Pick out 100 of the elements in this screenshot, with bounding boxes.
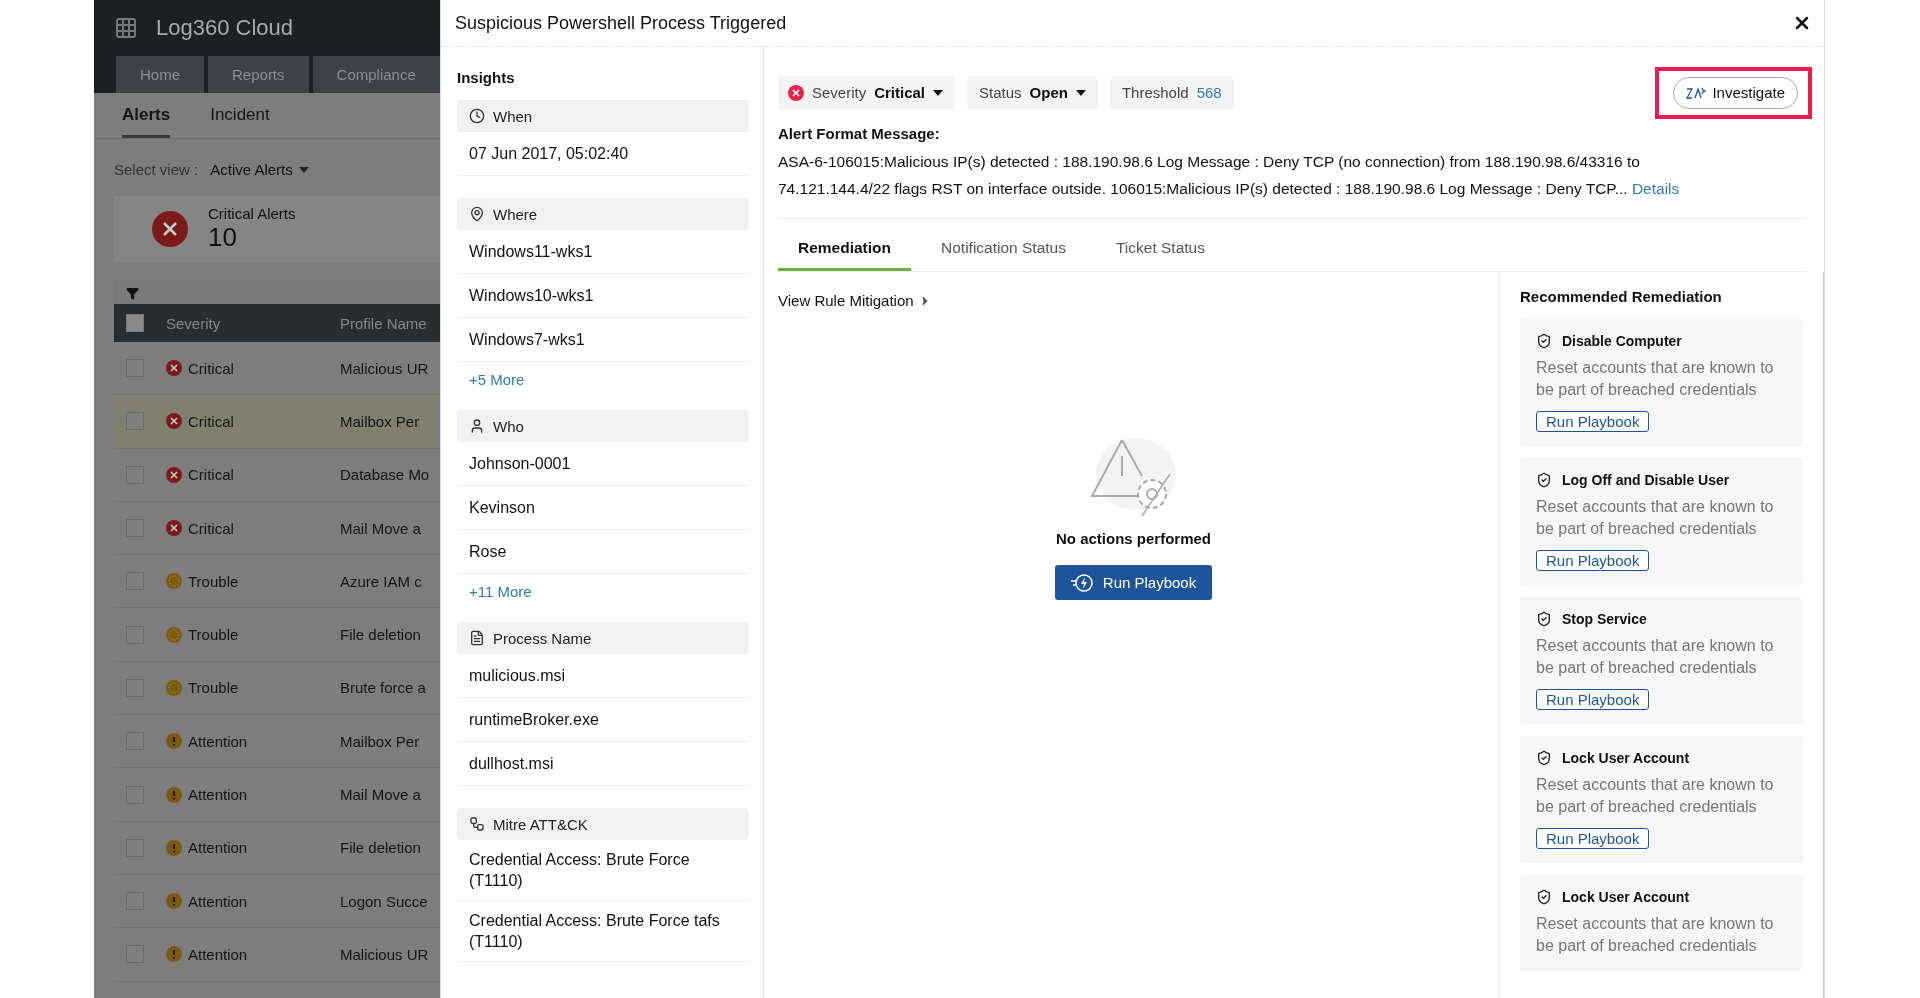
table-cell: Azure IAM c — [340, 572, 422, 590]
card-title: Stop Service — [1562, 611, 1647, 627]
section-title: Where — [493, 205, 538, 223]
shield-check-icon — [1536, 333, 1552, 349]
warning-icon — [166, 679, 182, 696]
error-icon — [166, 413, 182, 430]
app-logo: Log360 Cloud — [156, 14, 293, 41]
shield-check-icon — [1536, 472, 1552, 488]
tab[interactable]: Remediation — [778, 235, 911, 271]
table-row[interactable]: Attention Malicious UR — [114, 928, 440, 982]
sub-tab[interactable]: Incident — [210, 105, 270, 138]
card-title: Lock User Account — [1562, 750, 1690, 766]
alert-icon — [166, 946, 182, 963]
table-row[interactable]: Critical Mail Move a — [114, 501, 440, 556]
table-row[interactable]: Attention Mail Move a — [114, 768, 440, 822]
nav-tab[interactable]: Home — [116, 56, 204, 93]
filter-icon[interactable] — [126, 287, 139, 300]
apps-grid-icon[interactable] — [114, 15, 138, 40]
section-title: Mitre ATT&CK — [493, 815, 588, 833]
summary-label: Critical Alerts — [208, 205, 296, 222]
table-cell: Mail Move a — [340, 519, 421, 537]
run-playbook-button[interactable]: Run Playbook — [1536, 689, 1650, 710]
error-icon — [788, 84, 804, 101]
insight-item: runtimeBroker.exe — [457, 698, 749, 742]
table-row[interactable]: Trouble File deletion — [114, 608, 440, 662]
select-all-checkbox[interactable] — [126, 314, 144, 332]
insight-item: Credential Access: Brute Force (T1110) — [457, 840, 749, 901]
location-pin-icon — [469, 206, 485, 222]
table-cell: File deletion — [340, 839, 421, 857]
caret-icon — [298, 166, 309, 173]
shield-check-icon — [1536, 889, 1552, 905]
severity-dropdown[interactable]: Severity Critical — [778, 75, 956, 110]
alert-message: ASA-6-106015:Malicious IP(s) detected : 188.190.98.6 Log Message : Deny TCP (no connection) from 188.190.98.6/43316 to 74.121.144.4/22 flags RST on interface outside. 106015:Malicious IP(s) detected : 188.190.98.6 Log Message : Deny TCP... Details — [778, 148, 1806, 219]
table-cell: Logon Succe — [340, 892, 428, 910]
card-title: Disable Computer — [1562, 333, 1682, 349]
rule-mitigation-link[interactable]: View Rule Mitigation — [778, 292, 932, 309]
insight-item: Windows7-wks1 — [457, 318, 749, 362]
table-cell: Malicious UR — [340, 359, 429, 377]
status-dropdown[interactable]: Status Open — [967, 75, 1098, 110]
run-playbook-button[interactable]: Run Playbook — [1054, 565, 1213, 600]
details-link[interactable]: Details — [1631, 180, 1680, 197]
error-icon — [166, 466, 182, 483]
table-cell: Trouble — [188, 679, 239, 697]
table-cell: Attention — [188, 945, 248, 963]
investigate-button[interactable]: Investigate — [1673, 76, 1798, 109]
alert-icon — [166, 733, 182, 750]
tab[interactable]: Ticket Status — [1095, 235, 1225, 271]
card-description: Reset accounts that are known to be part of breached credentials — [1536, 775, 1775, 817]
document-icon — [469, 630, 485, 646]
shield-check-icon — [1536, 750, 1552, 766]
table-row[interactable]: Attention File deletion — [114, 821, 440, 875]
section-title: When — [493, 107, 533, 125]
table-cell: Malicious UR — [340, 945, 429, 963]
table-cell: Mail Move a — [340, 786, 421, 803]
insight-item: Johnson-0001 — [457, 442, 749, 486]
view-label: Select view : — [114, 161, 199, 178]
column-header: Severity — [166, 314, 222, 332]
more-link[interactable]: +5 More — [457, 362, 749, 388]
table-cell: Attention — [188, 732, 248, 750]
table-row[interactable]: Trouble Brute force a — [114, 661, 440, 716]
table-cell: Attention — [188, 786, 248, 803]
caret-icon — [933, 89, 944, 96]
table-row[interactable]: Attention Mailbox Per — [114, 715, 440, 769]
table-cell: Mailbox Per — [340, 412, 420, 430]
run-playbook-button[interactable]: Run Playbook — [1536, 550, 1650, 571]
nav-tab[interactable]: Reports — [208, 56, 309, 93]
view-dropdown[interactable]: Active Alerts — [210, 161, 309, 178]
message-title: Alert Format Message: — [778, 125, 941, 142]
error-icon — [166, 520, 182, 537]
error-icon — [166, 360, 182, 377]
insight-item: Windows10-wks1 — [457, 274, 749, 318]
table-row[interactable]: Attention Logon Succe — [114, 874, 440, 929]
table-cell: Mailbox Per — [340, 732, 420, 750]
user-icon — [469, 418, 485, 434]
table-row[interactable]: Trouble Azure IAM c — [114, 555, 440, 609]
table-cell: Attention — [188, 892, 248, 910]
nav-tab[interactable]: Compliance — [312, 56, 440, 93]
table-row[interactable]: Critical Mailbox Per — [114, 395, 440, 449]
investigate-icon — [1686, 85, 1707, 100]
threshold-chip: Threshold 568 — [1109, 75, 1234, 110]
insight-item: dullhost.msi — [457, 742, 749, 786]
lightning-icon — [1070, 573, 1093, 592]
insight-item: Credential Access: Brute Force tafs (T1110) — [457, 901, 749, 962]
sub-tab[interactable]: Alerts — [122, 105, 171, 138]
table-cell: Trouble — [188, 626, 239, 644]
table-cell: Trouble — [188, 572, 239, 590]
run-playbook-button[interactable]: Run Playbook — [1536, 828, 1650, 849]
recommended-title: Recommended Remediation — [1520, 288, 1723, 305]
table-cell: Database Mo — [340, 466, 430, 484]
table-cell: Critical — [188, 519, 234, 537]
table-row[interactable]: Critical Database Mo — [114, 448, 440, 502]
shield-check-icon — [1536, 611, 1552, 627]
nodes-icon — [469, 816, 485, 832]
more-link[interactable]: +11 More — [457, 574, 749, 600]
alert-icon — [166, 839, 182, 856]
insight-item: 07 Jun 2017, 05:02:40 — [457, 132, 749, 176]
tab[interactable]: Notification Status — [921, 235, 1086, 271]
card-description: Reset accounts that are known to be part of breached credentials — [1536, 497, 1775, 539]
run-playbook-button[interactable]: Run Playbook — [1536, 411, 1650, 432]
insight-item: Kevinson — [457, 486, 749, 530]
